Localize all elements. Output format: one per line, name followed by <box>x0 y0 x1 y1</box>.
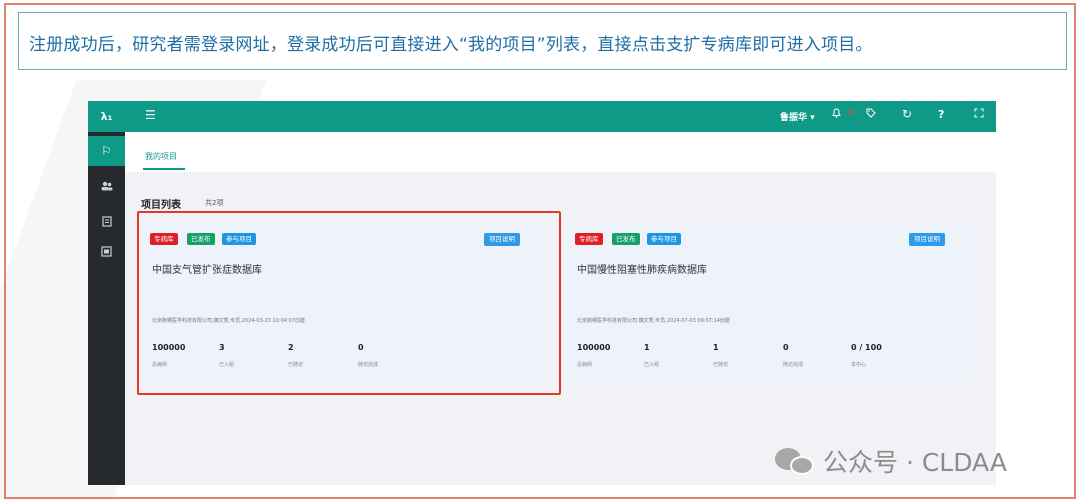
tag-icon[interactable] <box>866 108 876 121</box>
stat-label: 已随访 <box>713 362 729 368</box>
project-list-title: 项目列表 <box>141 200 181 211</box>
box-icon[interactable] <box>88 236 125 266</box>
badge-disease-library: 专病库 <box>575 233 603 245</box>
stat-value: 100000 <box>577 343 611 352</box>
active-tab-indicator <box>143 168 185 170</box>
help-icon[interactable]: ? <box>938 108 944 121</box>
tab-bar: 我的项目 <box>125 132 996 172</box>
app-logo[interactable]: λ₁ <box>88 101 125 132</box>
flag-icon[interactable]: ⚐ <box>88 136 125 166</box>
instruction-banner: 注册成功后，研究者需登录网址，登录成功后可直接进入“我的项目”列表，直接点击支扩… <box>18 12 1067 70</box>
notification-dot <box>849 110 853 114</box>
project-description-button[interactable]: 项目说明 <box>909 233 945 246</box>
watermark-text: 公众号 · CLDAA <box>823 448 1007 477</box>
topbar: ☰ 鲁振华 ▾ ↻ ? <box>125 101 996 132</box>
stat-label: 本中心 <box>851 362 867 368</box>
badge-participating: 参与项目 <box>647 233 681 245</box>
report-icon[interactable] <box>88 206 125 236</box>
users-icon[interactable] <box>88 171 125 201</box>
bell-icon[interactable] <box>832 108 841 121</box>
sidebar: λ₁ ⚐ <box>88 101 125 485</box>
project-title[interactable]: 中国慢性阻塞性肺疾病数据库 <box>577 261 707 276</box>
stat-label: 随访完成 <box>783 362 804 368</box>
stat-label: 总病例 <box>577 362 593 368</box>
refresh-icon[interactable]: ↻ <box>902 107 912 121</box>
highlight-box <box>137 211 561 395</box>
instruction-text: 注册成功后，研究者需登录网址，登录成功后可直接进入“我的项目”列表，直接点击支扩… <box>29 35 873 55</box>
stat-label: 已入组 <box>644 362 660 368</box>
menu-icon[interactable]: ☰ <box>145 108 156 122</box>
stat-value: 0 <box>783 343 789 352</box>
wechat-icon <box>775 446 817 476</box>
project-count: 共2项 <box>205 199 224 207</box>
user-menu[interactable]: 鲁振华 ▾ <box>780 110 815 123</box>
stat-value: 1 <box>644 343 650 352</box>
project-card[interactable]: 专病库 已发布 参与项目 项目说明 中国慢性阻塞性肺疾病数据库 北京跑哪医学科技… <box>567 223 972 379</box>
stat-value: 1 <box>713 343 719 352</box>
watermark: 公众号 · CLDAA <box>775 443 1007 479</box>
project-meta: 北京跑哪医学科技有限公司,魏文秀,专员,2024-07-03 09:07:14创… <box>577 318 730 324</box>
stat-value: 0 / 100 <box>851 343 882 352</box>
tab-my-projects[interactable]: 我的项目 <box>145 151 177 162</box>
badge-published: 已发布 <box>612 233 640 245</box>
fullscreen-icon[interactable] <box>974 108 984 121</box>
